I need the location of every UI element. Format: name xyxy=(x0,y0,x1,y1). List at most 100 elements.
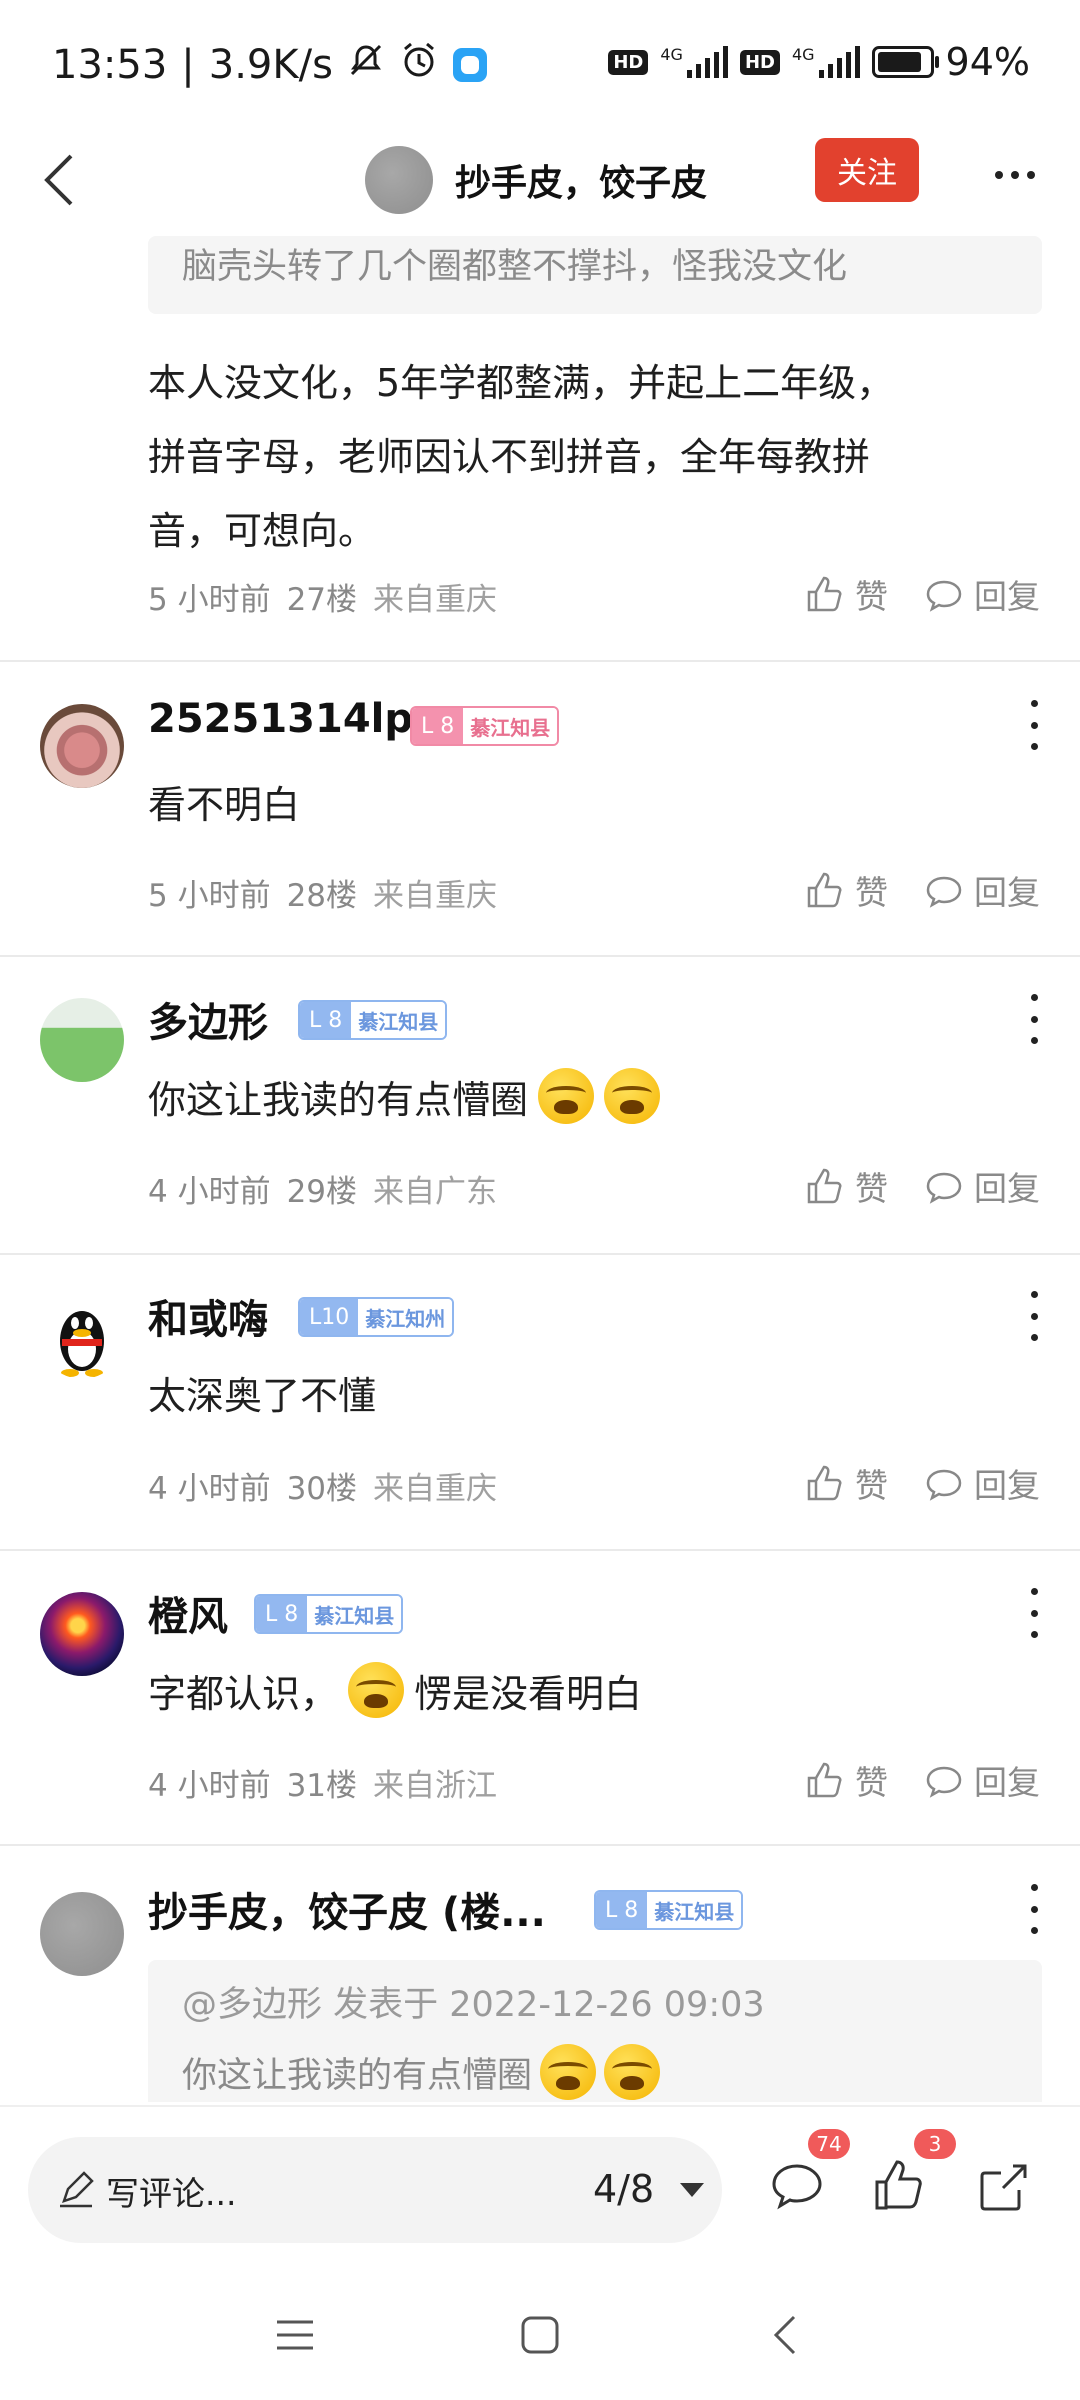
divider xyxy=(0,1844,1080,1846)
comment-input[interactable]: 写评论... 4/8 xyxy=(28,2137,722,2243)
divider xyxy=(0,1549,1080,1551)
level-badge: L 8 綦江知县 xyxy=(298,1000,448,1040)
user-avatar[interactable] xyxy=(40,998,124,1082)
status-right: HD 4G HD 4G 94% xyxy=(608,40,1030,84)
comment-more-button[interactable] xyxy=(1026,700,1042,750)
crying-laugh-emoji-icon xyxy=(348,1662,405,1718)
reply-button[interactable]: 回复 xyxy=(924,1756,1040,1804)
mute-alarm-icon xyxy=(347,41,385,89)
user-name[interactable]: 25251314lp xyxy=(148,696,413,742)
status-bar: 13:53 | 3.9K/s HD 4G HD 4G 94% xyxy=(0,0,1080,130)
comment-item[interactable]: 抄手皮，饺子皮 (楼... L 8 綦江知县 @多边形 发表于 2022-12-… xyxy=(0,1880,1080,2102)
comment-meta: 5 小时前 27楼 来自重庆 xyxy=(148,574,497,619)
thumbs-up-icon xyxy=(875,2160,922,2210)
divider xyxy=(0,955,1080,957)
follow-button[interactable]: 关注 xyxy=(815,138,919,202)
thumbs-up-icon xyxy=(807,872,842,908)
comment-bubble-icon xyxy=(926,1469,962,1501)
user-avatar[interactable] xyxy=(40,1592,124,1676)
reply-button[interactable]: 回复 xyxy=(924,570,1040,618)
back-chevron-icon xyxy=(773,2315,796,2355)
like-button[interactable]: 赞 xyxy=(805,1459,888,1507)
share-button[interactable] xyxy=(968,2151,1038,2221)
like-button[interactable]: 赞 xyxy=(805,570,888,618)
user-avatar[interactable] xyxy=(40,1892,124,1976)
comment-text: 你这让我读的有点懵圈 xyxy=(148,1068,661,1124)
status-time: 13:53 xyxy=(52,42,168,88)
comments-button[interactable]: 74 xyxy=(762,2129,850,2221)
page-indicator[interactable]: 4/8 xyxy=(593,2167,654,2211)
crying-laugh-emoji-icon xyxy=(540,2044,597,2100)
user-name[interactable]: 橙风 xyxy=(148,1584,228,1642)
app-notification-icon xyxy=(452,48,487,82)
system-navigation-bar xyxy=(0,2270,1080,2400)
home-button[interactable] xyxy=(510,2305,570,2365)
quoted-text: 脑壳头转了几个圈都整不撑抖，怪我没文化 xyxy=(182,247,848,287)
bottom-bar: 写评论... 4/8 74 3 xyxy=(0,2105,1080,2267)
level-badge: L 8 綦江知县 xyxy=(594,1890,744,1930)
battery-icon xyxy=(871,46,939,78)
user-name[interactable]: 和或嗨 xyxy=(148,1287,268,1345)
comment-more-button[interactable] xyxy=(1026,1884,1042,1934)
status-net-speed: 3.9K/s xyxy=(208,42,333,88)
user-avatar[interactable] xyxy=(40,1295,124,1379)
user-name[interactable]: 多边形 xyxy=(148,990,268,1048)
comment-placeholder: 写评论... xyxy=(106,2174,237,2213)
author-name[interactable]: 抄手皮，饺子皮 xyxy=(455,154,707,206)
reply-button[interactable]: 回复 xyxy=(924,1459,1040,1507)
user-name[interactable]: 抄手皮，饺子皮 (楼... xyxy=(148,1880,546,1938)
comment-actions: 赞 回复 xyxy=(805,1756,1040,1804)
divider xyxy=(0,1253,1080,1255)
thread-like-button[interactable]: 3 xyxy=(864,2129,956,2221)
divider xyxy=(0,660,1080,662)
thumbs-up-icon xyxy=(807,1465,842,1501)
alarm-clock-icon xyxy=(399,40,439,90)
author-avatar[interactable] xyxy=(365,146,433,214)
quoted-reply: @多边形 发表于 2022-12-26 09:03 你这让我读的有点懵圈 xyxy=(148,1960,1042,2102)
quoted-reply: 脑壳头转了几个圈都整不撑抖，怪我没文化 xyxy=(148,236,1042,314)
user-avatar[interactable] xyxy=(40,704,124,788)
crying-laugh-emoji-icon xyxy=(604,2044,661,2100)
comment-text: 字都认识， 愣是没看明白 xyxy=(148,1662,642,1718)
comment-actions: 赞 回复 xyxy=(805,866,1040,914)
reply-button[interactable]: 回复 xyxy=(924,866,1040,914)
comment-actions: 赞 回复 xyxy=(805,1459,1040,1507)
back-arrow-icon xyxy=(44,154,73,206)
like-button[interactable]: 赞 xyxy=(805,1756,888,1804)
signal-icon xyxy=(686,46,728,78)
like-button[interactable]: 赞 xyxy=(805,866,888,914)
level-badge: L10 綦江知州 xyxy=(298,1297,455,1337)
comment-body: 本人没文化，5年学都整满，并起上二年级， 拼音字母，老师因认不到拼音，全年每教拼… xyxy=(148,361,895,553)
reply-button[interactable]: 回复 xyxy=(924,1162,1040,1210)
back-button[interactable] xyxy=(24,140,94,220)
like-count-badge: 3 xyxy=(914,2129,956,2159)
page-dropdown-icon[interactable] xyxy=(680,2183,704,2197)
pencil-icon xyxy=(56,2169,96,2213)
share-icon xyxy=(980,2164,1027,2211)
comment-bubble-icon xyxy=(926,1766,962,1798)
more-options-button[interactable] xyxy=(985,145,1045,205)
crying-laugh-emoji-icon xyxy=(604,1068,661,1124)
status-left: 13:53 | 3.9K/s xyxy=(52,40,487,90)
menu-lines-icon xyxy=(277,2320,313,2350)
comment-time: 5 小时前 xyxy=(148,582,271,618)
thread-author[interactable]: 抄手皮，饺子皮 xyxy=(365,146,707,214)
system-back-button[interactable] xyxy=(755,2305,815,2365)
recent-apps-button[interactable] xyxy=(265,2305,325,2365)
like-button[interactable]: 赞 xyxy=(805,1162,888,1210)
thumbs-up-icon xyxy=(807,576,842,612)
network-type-2: 4G xyxy=(791,44,815,64)
comment-bubble-icon xyxy=(926,1172,962,1204)
comment-floor: 27楼 xyxy=(286,582,358,618)
signal-icon-2 xyxy=(818,46,860,78)
comment-more-button[interactable] xyxy=(1026,1588,1042,1638)
comment-more-button[interactable] xyxy=(1026,1291,1042,1341)
comment-text: 看不明白 xyxy=(148,783,301,827)
comment-meta: 4 小时前 29楼 来自广东 xyxy=(148,1174,498,1210)
quote-header: @多边形 发表于 2022-12-26 09:03 xyxy=(182,1985,765,2025)
thumbs-up-icon xyxy=(807,1168,842,1204)
comment-more-button[interactable] xyxy=(1026,994,1042,1044)
penguin-avatar-icon xyxy=(60,1311,104,1377)
comment-actions: 赞 回复 xyxy=(805,570,1040,618)
comment-bubble-icon xyxy=(926,876,962,908)
